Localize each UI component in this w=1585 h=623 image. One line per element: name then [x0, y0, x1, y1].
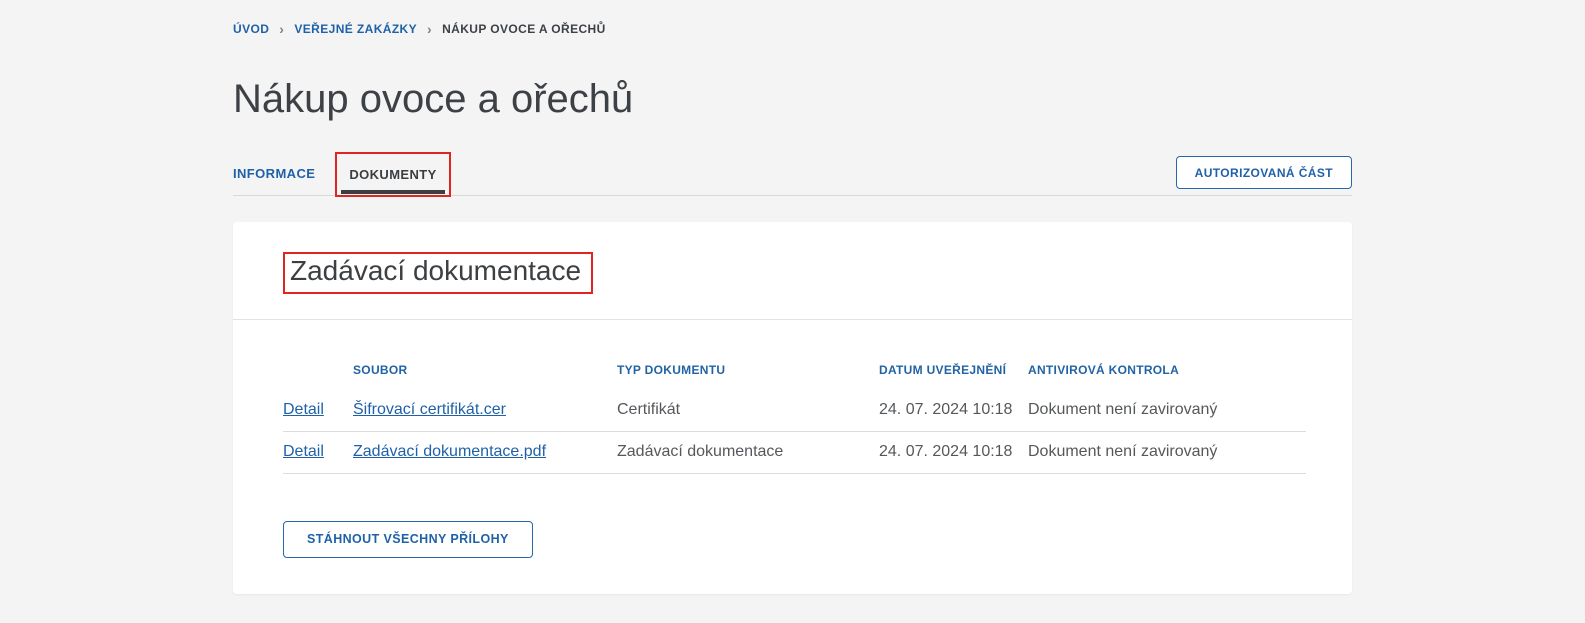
breadcrumb: ÚVOD › VEŘEJNÉ ZAKÁZKY › NÁKUP OVOCE A O…	[233, 0, 1352, 36]
tab-informace[interactable]: INFORMACE	[233, 152, 315, 195]
published-date: 24. 07. 2024 10:18	[879, 443, 1028, 461]
page-content: ÚVOD › VEŘEJNÉ ZAKÁZKY › NÁKUP OVOCE A O…	[233, 0, 1352, 594]
authorized-section-button[interactable]: AUTORIZOVANÁ ČÁST	[1176, 156, 1352, 189]
card-header: Zadávací dokumentace	[233, 222, 1352, 320]
annotation-box-heading: Zadávací dokumentace	[283, 252, 593, 294]
column-header-datum-uverejneni: DATUM UVEŘEJNĚNÍ	[879, 363, 1028, 377]
section-heading: Zadávací dokumentace	[290, 254, 581, 288]
documents-card: Zadávací dokumentace SOUBOR TYP DOKUMENT…	[233, 222, 1352, 594]
table-row: Detail Šifrovací certifikát.cer Certifik…	[283, 390, 1306, 432]
annotation-box-dokumenty: DOKUMENTY	[335, 152, 450, 197]
download-all-attachments-button[interactable]: STÁHNOUT VŠECHNY PŘÍLOHY	[283, 521, 533, 558]
chevron-right-icon: ›	[427, 22, 432, 36]
detail-link[interactable]: Detail	[283, 401, 324, 419]
documents-table: SOUBOR TYP DOKUMENTU DATUM UVEŘEJNĚNÍ AN…	[283, 350, 1306, 474]
tab-dokumenty[interactable]: DOKUMENTY	[349, 167, 436, 182]
antivirus-status: Dokument není zavirovaný	[1028, 401, 1306, 419]
breadcrumb-link-verejne-zakazky[interactable]: VEŘEJNÉ ZAKÁZKY	[294, 22, 417, 36]
card-body: SOUBOR TYP DOKUMENTU DATUM UVEŘEJNĚNÍ AN…	[233, 350, 1352, 594]
table-header-row: SOUBOR TYP DOKUMENTU DATUM UVEŘEJNĚNÍ AN…	[283, 350, 1306, 390]
antivirus-status: Dokument není zavirovaný	[1028, 443, 1306, 461]
breadcrumb-link-uvod[interactable]: ÚVOD	[233, 22, 269, 36]
tab-bar: INFORMACE DOKUMENTY AUTORIZOVANÁ ČÁST	[233, 152, 1352, 196]
chevron-right-icon: ›	[279, 22, 284, 36]
file-link[interactable]: Šifrovací certifikát.cer	[353, 401, 506, 419]
document-type: Certifikát	[617, 401, 879, 419]
published-date: 24. 07. 2024 10:18	[879, 401, 1028, 419]
file-link[interactable]: Zadávací dokumentace.pdf	[353, 443, 546, 461]
column-header-typ-dokumentu: TYP DOKUMENTU	[617, 363, 879, 377]
breadcrumb-current: NÁKUP OVOCE A OŘECHŮ	[442, 22, 606, 36]
page-title: Nákup ovoce a ořechů	[233, 76, 1352, 122]
detail-link[interactable]: Detail	[283, 443, 324, 461]
column-header-antivirova-kontrola: ANTIVIROVÁ KONTROLA	[1028, 363, 1306, 377]
document-type: Zadávací dokumentace	[617, 443, 879, 461]
table-row: Detail Zadávací dokumentace.pdf Zadávací…	[283, 432, 1306, 474]
column-header-soubor: SOUBOR	[353, 363, 617, 377]
